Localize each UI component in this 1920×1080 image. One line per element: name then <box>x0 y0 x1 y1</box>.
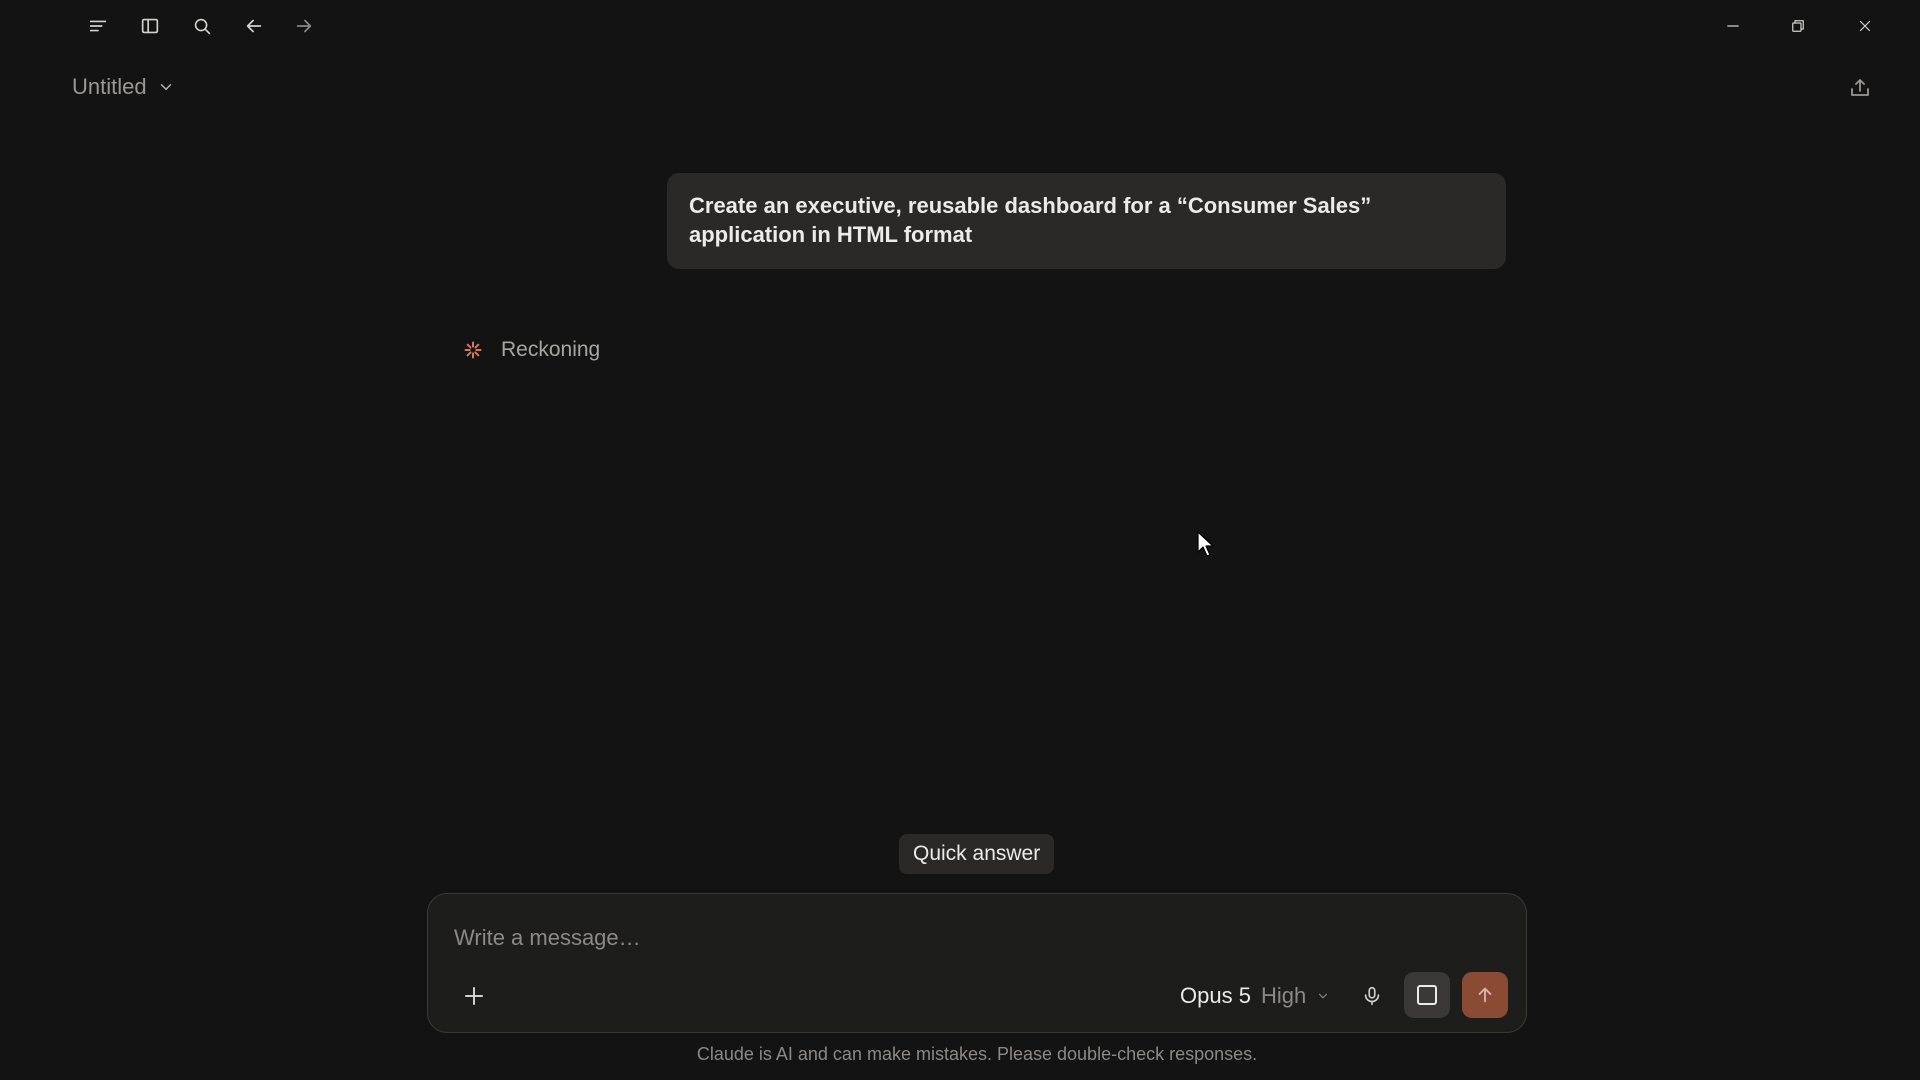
share-button[interactable] <box>1840 68 1880 108</box>
back-button[interactable] <box>236 8 272 44</box>
disclaimer-text: Claude is AI and can make mistakes. Plea… <box>696 1044 1258 1064</box>
model-effort: High <box>1260 983 1307 1008</box>
arrow-left-icon <box>246 19 262 33</box>
status-label: Reckoning <box>501 338 601 361</box>
menu-button[interactable] <box>80 8 116 44</box>
thinking-status: Reckoning <box>463 335 600 365</box>
chevron-down-icon <box>160 84 171 90</box>
toggle-sidebar-button[interactable] <box>132 8 168 44</box>
plus-icon <box>465 987 483 1005</box>
search-icon <box>194 18 211 35</box>
search-button[interactable] <box>184 8 220 44</box>
title-bar <box>0 0 1920 52</box>
model-selector[interactable]: Opus 5 High <box>1180 976 1330 1016</box>
quick-answer-button[interactable]: Quick answer <box>899 834 1055 874</box>
message-input[interactable] <box>454 920 1494 956</box>
minimize-button[interactable] <box>1711 6 1755 46</box>
user-message: Create an executive, reusable dashboard … <box>667 173 1506 269</box>
message-composer: Opus 5 High <box>427 893 1527 1033</box>
stop-icon <box>1417 985 1437 1005</box>
restore-icon <box>1792 20 1804 32</box>
chevron-down-icon <box>1319 993 1328 999</box>
restore-button[interactable] <box>1776 6 1820 46</box>
spinner-icon <box>464 341 482 359</box>
menu-icon <box>89 20 107 32</box>
conversation-title: Untitled <box>72 74 147 99</box>
send-button[interactable] <box>1462 972 1508 1018</box>
mouse-cursor-icon <box>1197 531 1214 557</box>
microphone-icon <box>1364 986 1380 1006</box>
arrow-right-icon <box>296 19 312 33</box>
stop-button[interactable] <box>1404 972 1450 1018</box>
sidebar-icon <box>141 18 159 34</box>
model-name: Opus 5 <box>1180 983 1251 1008</box>
add-attachment-button[interactable] <box>454 976 494 1016</box>
conversation-title-dropdown[interactable]: Untitled <box>72 72 175 102</box>
close-icon <box>1859 20 1871 32</box>
minimize-icon <box>1727 25 1739 27</box>
forward-button[interactable] <box>286 8 322 44</box>
share-icon <box>1851 79 1869 96</box>
close-button[interactable] <box>1843 6 1887 46</box>
arrow-up-icon <box>1478 987 1492 1003</box>
voice-input-button[interactable] <box>1352 976 1392 1016</box>
